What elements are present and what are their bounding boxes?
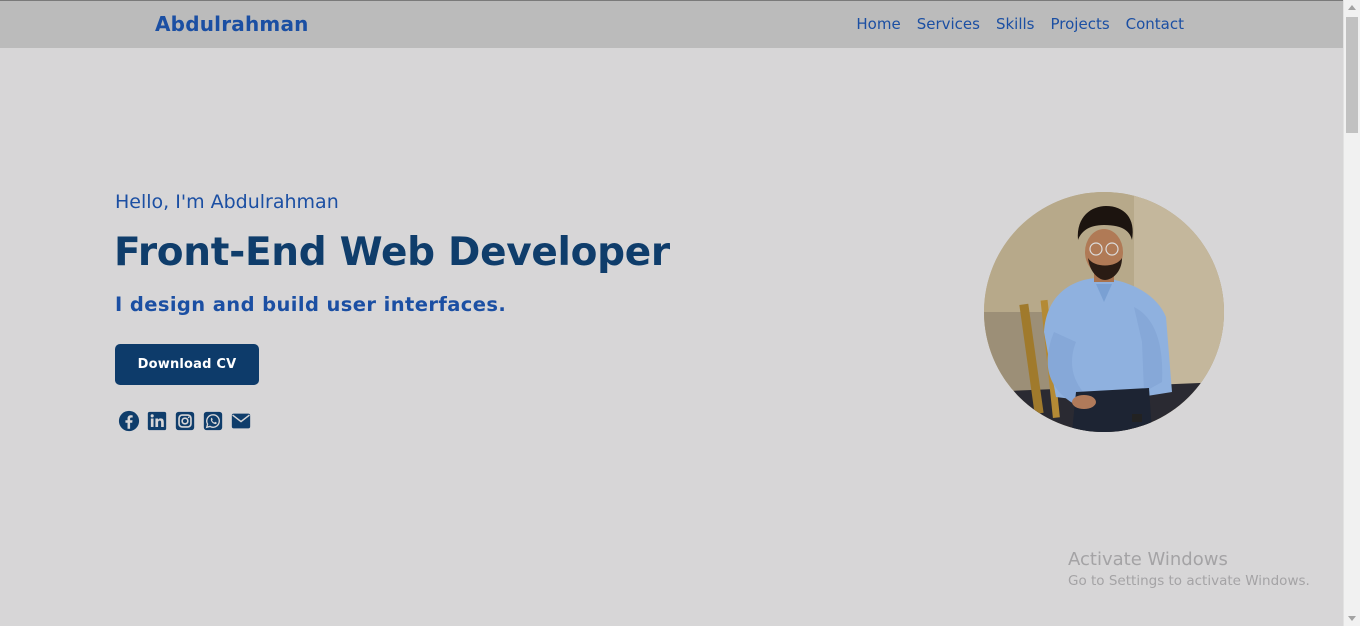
- linkedin-icon[interactable]: [146, 410, 168, 432]
- nav-link-contact[interactable]: Contact: [1126, 15, 1184, 33]
- scroll-up-arrow-icon[interactable]: [1348, 5, 1356, 10]
- instagram-icon[interactable]: [174, 410, 196, 432]
- facebook-icon[interactable]: [118, 410, 140, 432]
- nav-link-home[interactable]: Home: [856, 15, 900, 33]
- nav-link-services[interactable]: Services: [917, 15, 980, 33]
- nav-menu: Home Services Skills Projects Contact: [856, 15, 1184, 33]
- page: Abdulrahman Home Services Skills Project…: [0, 0, 1360, 626]
- hero-greeting: Hello, I'm Abdulrahman: [115, 191, 339, 213]
- nav-link-projects[interactable]: Projects: [1051, 15, 1110, 33]
- hero-title: Front-End Web Developer: [114, 230, 670, 275]
- activate-windows-watermark: Activate Windows Go to Settings to activ…: [1068, 549, 1310, 589]
- scroll-thumb[interactable]: [1346, 17, 1358, 133]
- social-links: [118, 410, 252, 432]
- scroll-down-arrow-icon[interactable]: [1348, 616, 1356, 621]
- page-scrollbar[interactable]: [1343, 0, 1360, 626]
- envelope-icon[interactable]: [230, 410, 252, 432]
- whatsapp-icon[interactable]: [202, 410, 224, 432]
- watermark-subtitle: Go to Settings to activate Windows.: [1068, 573, 1310, 589]
- navbar: Abdulrahman Home Services Skills Project…: [0, 0, 1343, 48]
- download-cv-button[interactable]: Download CV: [115, 344, 259, 385]
- profile-photo: [984, 192, 1224, 432]
- watermark-title: Activate Windows: [1068, 549, 1228, 570]
- brand-logo[interactable]: Abdulrahman: [155, 12, 309, 36]
- hero-subtitle: I design and build user interfaces.: [115, 293, 507, 316]
- nav-link-skills[interactable]: Skills: [996, 15, 1035, 33]
